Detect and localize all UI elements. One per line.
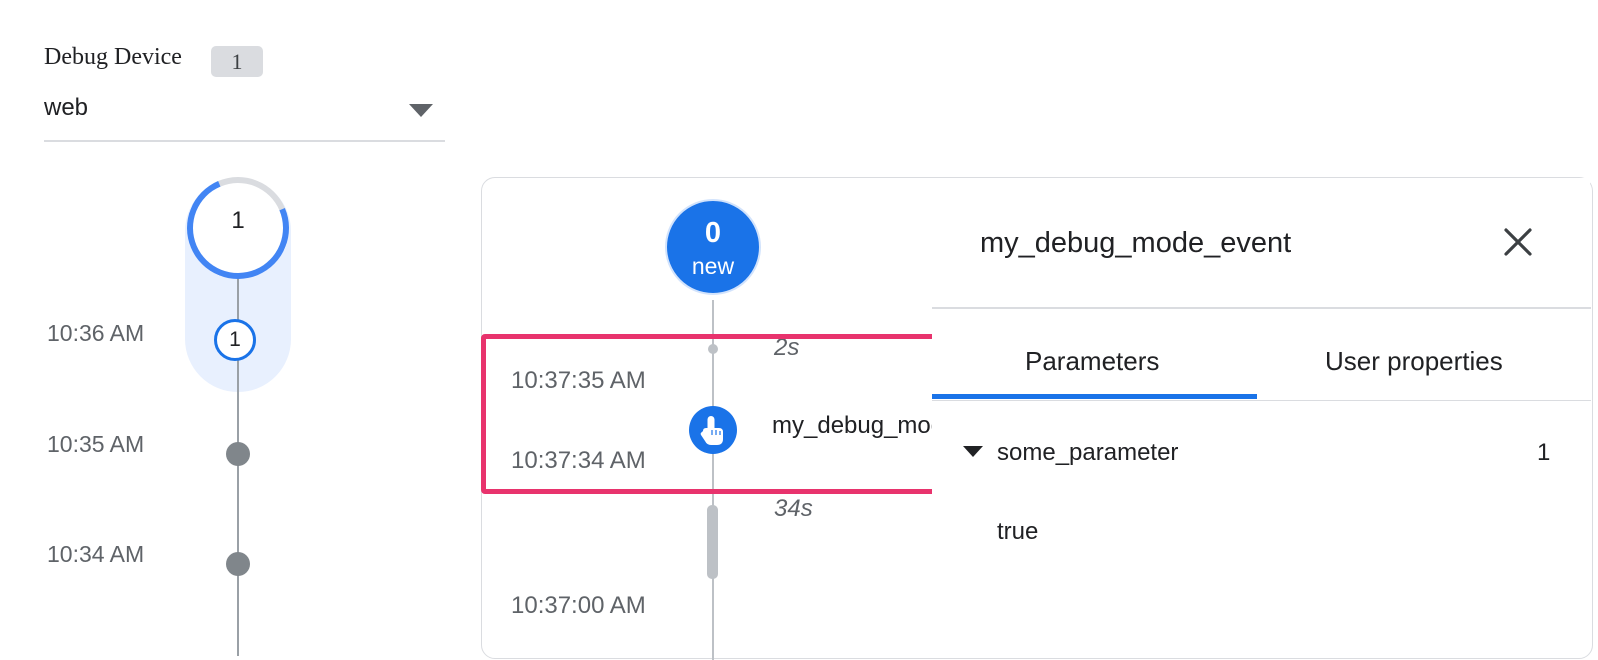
minute-event-count-bubble[interactable]: 1 bbox=[214, 319, 256, 361]
time-delta-label: 34s bbox=[774, 495, 813, 522]
new-events-label: new bbox=[691, 253, 735, 279]
close-icon bbox=[1504, 228, 1532, 256]
active-tab-indicator bbox=[932, 394, 1257, 399]
parameter-name[interactable]: some_parameter bbox=[997, 439, 1178, 467]
expand-caret-icon[interactable] bbox=[963, 446, 983, 457]
dropdown-arrow-icon bbox=[409, 104, 433, 117]
minute-time-label: 10:36 AM bbox=[47, 320, 145, 346]
device-count-badge: 1 bbox=[211, 46, 263, 77]
minute-time-label: 10:34 AM bbox=[47, 541, 145, 567]
event-time-label: 10:37:00 AM bbox=[511, 592, 646, 619]
close-button[interactable] bbox=[1498, 222, 1538, 262]
divider bbox=[932, 400, 1591, 401]
divider bbox=[932, 307, 1591, 309]
event-detail-title: my_debug_mode_event bbox=[980, 227, 1292, 259]
device-select-value: web bbox=[44, 94, 89, 121]
annotation-highlight-box bbox=[481, 334, 939, 494]
total-events-count: 1 bbox=[231, 207, 245, 234]
tab-parameters[interactable]: Parameters bbox=[1025, 346, 1159, 377]
minute-dot[interactable] bbox=[226, 552, 250, 576]
minute-time-label: 10:35 AM bbox=[47, 431, 145, 457]
new-events-counter: 0 new bbox=[665, 199, 761, 295]
parameter-count: 1 bbox=[1537, 439, 1551, 466]
device-select[interactable]: web bbox=[44, 88, 445, 142]
minute-dot[interactable] bbox=[226, 442, 250, 466]
debug-device-label: Debug Device bbox=[44, 44, 182, 70]
timeline-gap-bar bbox=[707, 505, 718, 579]
new-events-count: 0 bbox=[704, 217, 722, 249]
parameter-value: true bbox=[997, 518, 1039, 545]
tab-user-properties[interactable]: User properties bbox=[1325, 346, 1503, 377]
